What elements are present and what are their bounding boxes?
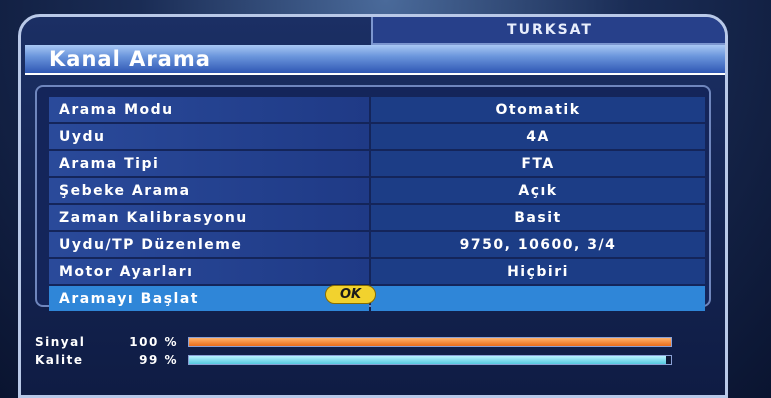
quality-bar: [188, 355, 672, 365]
page-title: Kanal Arama: [25, 45, 725, 75]
menu-label: Arama Modu: [49, 97, 369, 122]
menu-row-satellite[interactable]: Uydu 4A: [49, 124, 705, 149]
signal-percent: 100 %: [129, 335, 178, 349]
menu-row-satellite-tp-edit[interactable]: Uydu/TP Düzenleme 9750, 10600, 3/4: [49, 232, 705, 257]
signal-quality-panel: Sinyal 100 % Kalite 99 %: [35, 335, 695, 375]
menu-value[interactable]: 4A: [371, 124, 705, 149]
menu-label: Uydu/TP Düzenleme: [49, 232, 369, 257]
signal-row: Sinyal 100 %: [35, 335, 695, 349]
ok-button[interactable]: OK: [325, 285, 377, 304]
menu-value[interactable]: FTA: [371, 151, 705, 176]
signal-bar: [188, 337, 672, 347]
menu-row-network-search[interactable]: Şebeke Arama Açık: [49, 178, 705, 203]
osd-frame: TURKSAT Kanal Arama Arama Modu Otomatik …: [18, 14, 728, 398]
start-scan-text: Aramayı Başlat: [59, 290, 199, 307]
menu-panel: Arama Modu Otomatik Uydu 4A Arama Tipi F…: [35, 85, 711, 311]
menu-row-motor-settings[interactable]: Motor Ayarları Hiçbiri: [49, 259, 705, 284]
menu-row-search-mode[interactable]: Arama Modu Otomatik: [49, 97, 705, 122]
quality-bar-fill: [189, 356, 667, 364]
menu-row-search-type[interactable]: Arama Tipi FTA: [49, 151, 705, 176]
menu-value[interactable]: 9750, 10600, 3/4: [371, 232, 705, 257]
menu-label: Motor Ayarları: [49, 259, 369, 284]
quality-label: Kalite: [35, 353, 84, 367]
menu-row-time-calibration[interactable]: Zaman Kalibrasyonu Basit: [49, 205, 705, 230]
satellite-tab[interactable]: TURKSAT: [371, 17, 725, 45]
quality-row: Kalite 99 %: [35, 353, 695, 367]
start-scan-value[interactable]: [371, 286, 705, 311]
signal-bar-fill: [189, 338, 671, 346]
menu-value[interactable]: Basit: [371, 205, 705, 230]
signal-label: Sinyal: [35, 335, 86, 349]
menu-value[interactable]: Açık: [371, 178, 705, 203]
menu-label: Şebeke Arama: [49, 178, 369, 203]
quality-percent: 99 %: [139, 353, 178, 367]
menu-label: Uydu: [49, 124, 369, 149]
menu-label: Arama Tipi: [49, 151, 369, 176]
menu-row-start-scan[interactable]: Aramayı Başlat: [49, 286, 705, 311]
menu-value[interactable]: Hiçbiri: [371, 259, 705, 284]
menu-value[interactable]: Otomatik: [371, 97, 705, 122]
menu-label: Zaman Kalibrasyonu: [49, 205, 369, 230]
